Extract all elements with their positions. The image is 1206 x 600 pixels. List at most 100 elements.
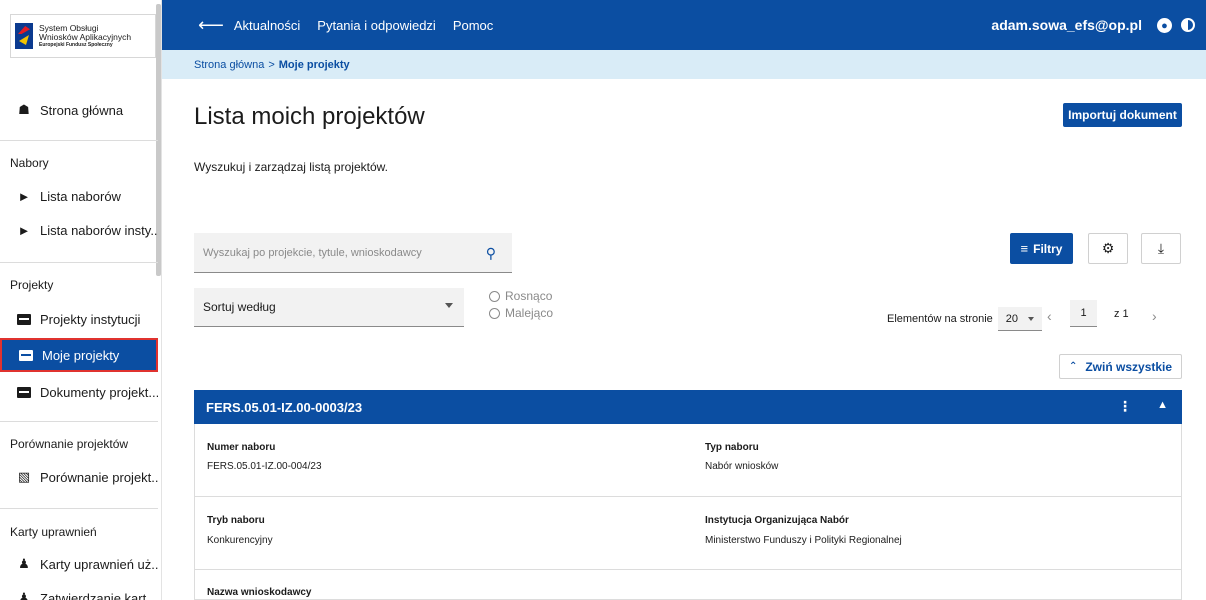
sidebar-item-label: Moje projekty (42, 347, 120, 363)
radio-circle-icon (489, 290, 500, 302)
sidebar-item-lista-naborow-instytucji[interactable]: ► Lista naborów insty... (0, 215, 158, 245)
project-card-header[interactable]: FERS.05.01-IZ.00-0003/23 ⋮ ▲ (194, 390, 1182, 424)
nav-link-pytania[interactable]: Pytania i odpowiedzi (317, 18, 436, 33)
collapse-all-button[interactable]: ⌃ Zwiń wszystkie (1059, 354, 1182, 379)
page-subtitle: Wyszukuj i zarządzaj listą projektów. (194, 160, 388, 174)
field-value-instytucja: Ministerstwo Funduszy i Polityki Regiona… (705, 535, 902, 546)
import-document-button[interactable]: Importuj dokument (1063, 103, 1182, 127)
items-per-page: Elementów na stronie 20 (887, 307, 1042, 331)
chevron-up-icon[interactable]: ▲ (1157, 399, 1168, 411)
logo-line-2: Wniosków Aplikacyjnych (39, 31, 132, 42)
home-icon: ☗ (18, 102, 30, 117)
sidebar-item-karty-uprawnien-uzytkownikow[interactable]: ♟ Karty uprawnień uż... (0, 549, 158, 579)
account-icon[interactable]: ● (1157, 18, 1172, 33)
sidebar-item-label: Strona główna (40, 102, 124, 118)
sidebar-item-lista-naborow[interactable]: ► Lista naborów (0, 181, 158, 211)
next-page-icon[interactable]: › (1152, 308, 1157, 324)
sort-select[interactable]: Sortuj według (194, 288, 464, 327)
top-bar: ⟵ Aktualności Pytania i odpowiedzi Pomoc… (162, 0, 1206, 50)
sidebar-item-label: Projekty instytucji (40, 311, 141, 327)
breadcrumb-separator: > (268, 58, 275, 71)
logo-line-3: Europejski Fundusz Społeczny (39, 41, 113, 48)
download-button[interactable]: ⤓ (1141, 233, 1181, 264)
sidebar-item-dokumenty-projektow[interactable]: Dokumenty projekt... (0, 377, 158, 407)
search-input[interactable]: Wyszukaj po projekcie, tytule, wnioskoda… (194, 233, 512, 273)
users-icon: ♟ (18, 590, 30, 600)
settings-button[interactable]: ⚙ (1088, 233, 1128, 264)
page-total: z 1 (1114, 308, 1129, 320)
sidebar-item-label: Lista naborów (40, 188, 121, 204)
page-title: Lista moich projektów (194, 103, 425, 130)
sidebar-divider (0, 140, 158, 141)
sidebar-section-porownanie: Porównanie projektów (10, 437, 129, 451)
field-value-typ-naboru: Nabór wniosków (705, 461, 779, 472)
app-logo[interactable]: System Obsługi Wniosków Aplikacyjnych Eu… (10, 14, 156, 58)
sidebar-item-label: Dokumenty projekt... (40, 384, 158, 400)
contrast-toggle-icon[interactable] (1179, 16, 1196, 33)
field-label-nazwa-wnioskodawcy: Nazwa wnioskodawcy (207, 587, 312, 598)
project-card-body (194, 424, 1182, 600)
radio-ascending[interactable]: Rosnąco (489, 289, 552, 303)
search-placeholder: Wyszukaj po projekcie, tytule, wnioskoda… (203, 246, 422, 259)
double-chevron-up-icon: ⌃ (1068, 361, 1078, 372)
sidebar-divider (0, 508, 158, 509)
card-row-divider (194, 496, 1182, 497)
sidebar-item-projekty-instytucji[interactable]: Projekty instytucji (0, 304, 158, 334)
more-vertical-icon[interactable]: ⋮ (1118, 398, 1132, 415)
eu-funds-logo-icon (15, 23, 33, 49)
search-icon[interactable]: ⚲ (486, 245, 496, 262)
folder-icon (16, 384, 32, 400)
field-label-typ-naboru: Typ naboru (705, 442, 759, 453)
back-arrow-icon[interactable]: ⟵ (198, 15, 224, 36)
megaphone-icon: ► (17, 188, 31, 204)
card-row-divider (194, 569, 1182, 570)
user-email[interactable]: adam.sowa_efs@op.pl (991, 17, 1142, 33)
project-number: FERS.05.01-IZ.00-0003/23 (206, 399, 363, 415)
per-page-select[interactable]: 20 (997, 307, 1042, 331)
radio-descending[interactable]: Malejąco (489, 306, 553, 320)
breadcrumb-home[interactable]: Strona główna (194, 59, 264, 71)
nav-link-aktualnosci[interactable]: Aktualności (234, 18, 300, 33)
users-icon: ♟ (18, 556, 30, 571)
chevron-down-icon (445, 303, 453, 308)
compare-icon: ▧ (17, 469, 31, 484)
field-label-instytucja: Instytucja Organizująca Nabór (705, 515, 849, 526)
field-value-tryb-naboru: Konkurencyjny (207, 535, 273, 546)
sidebar-item-label: Zatwierdzanie kart... (40, 590, 158, 600)
filter-icon: ≡ (1020, 241, 1029, 256)
page-number-input[interactable]: 1 (1070, 300, 1097, 327)
sidebar-section-nabory: Nabory (10, 156, 49, 170)
sidebar-item-porownanie-projektow[interactable]: ▧ Porównanie projekt... (0, 462, 158, 492)
folder-icon (16, 311, 32, 327)
sidebar-divider (0, 262, 158, 263)
sidebar-section-karty-uprawnien: Karty uprawnień (10, 525, 97, 539)
filters-button[interactable]: ≡ Filtry (1010, 233, 1073, 264)
sidebar: System Obsługi Wniosków Aplikacyjnych Eu… (0, 0, 162, 600)
sidebar-divider (0, 421, 158, 422)
sidebar-item-moje-projekty[interactable]: Moje projekty (0, 338, 158, 372)
download-icon: ⤓ (1157, 240, 1165, 256)
sidebar-item-zatwierdzanie-kart[interactable]: ♟ Zatwierdzanie kart... (0, 583, 158, 600)
sidebar-item-label: Lista naborów insty... (40, 222, 158, 238)
nav-link-pomoc[interactable]: Pomoc (453, 18, 493, 33)
sidebar-item-label: Karty uprawnień uż... (40, 556, 158, 572)
prev-page-icon[interactable]: ‹ (1047, 308, 1052, 324)
sort-label: Sortuj według (203, 300, 276, 314)
field-label-numer-naboru: Numer naboru (207, 442, 276, 453)
radio-descending-label: Malejąco (505, 306, 554, 320)
megaphone-icon: ► (17, 222, 31, 238)
gear-icon: ⚙ (1101, 240, 1115, 256)
field-value-numer-naboru: FERS.05.01-IZ.00-004/23 (207, 461, 322, 472)
sidebar-section-projekty: Projekty (10, 278, 54, 292)
field-label-tryb-naboru: Tryb naboru (207, 515, 265, 526)
sidebar-item-home[interactable]: ☗ Strona główna (0, 95, 158, 125)
per-page-label: Elementów na stronie (887, 313, 993, 325)
breadcrumb: Strona główna > Moje projekty (162, 50, 1206, 79)
breadcrumb-current: Moje projekty (278, 58, 350, 71)
filters-label: Filtry (1033, 241, 1063, 256)
sidebar-item-label: Porównanie projekt... (40, 469, 158, 485)
radio-ascending-label: Rosnąco (505, 289, 553, 303)
folder-icon (18, 347, 34, 363)
collapse-all-label: Zwiń wszystkie (1085, 359, 1173, 374)
radio-circle-icon (489, 307, 500, 319)
